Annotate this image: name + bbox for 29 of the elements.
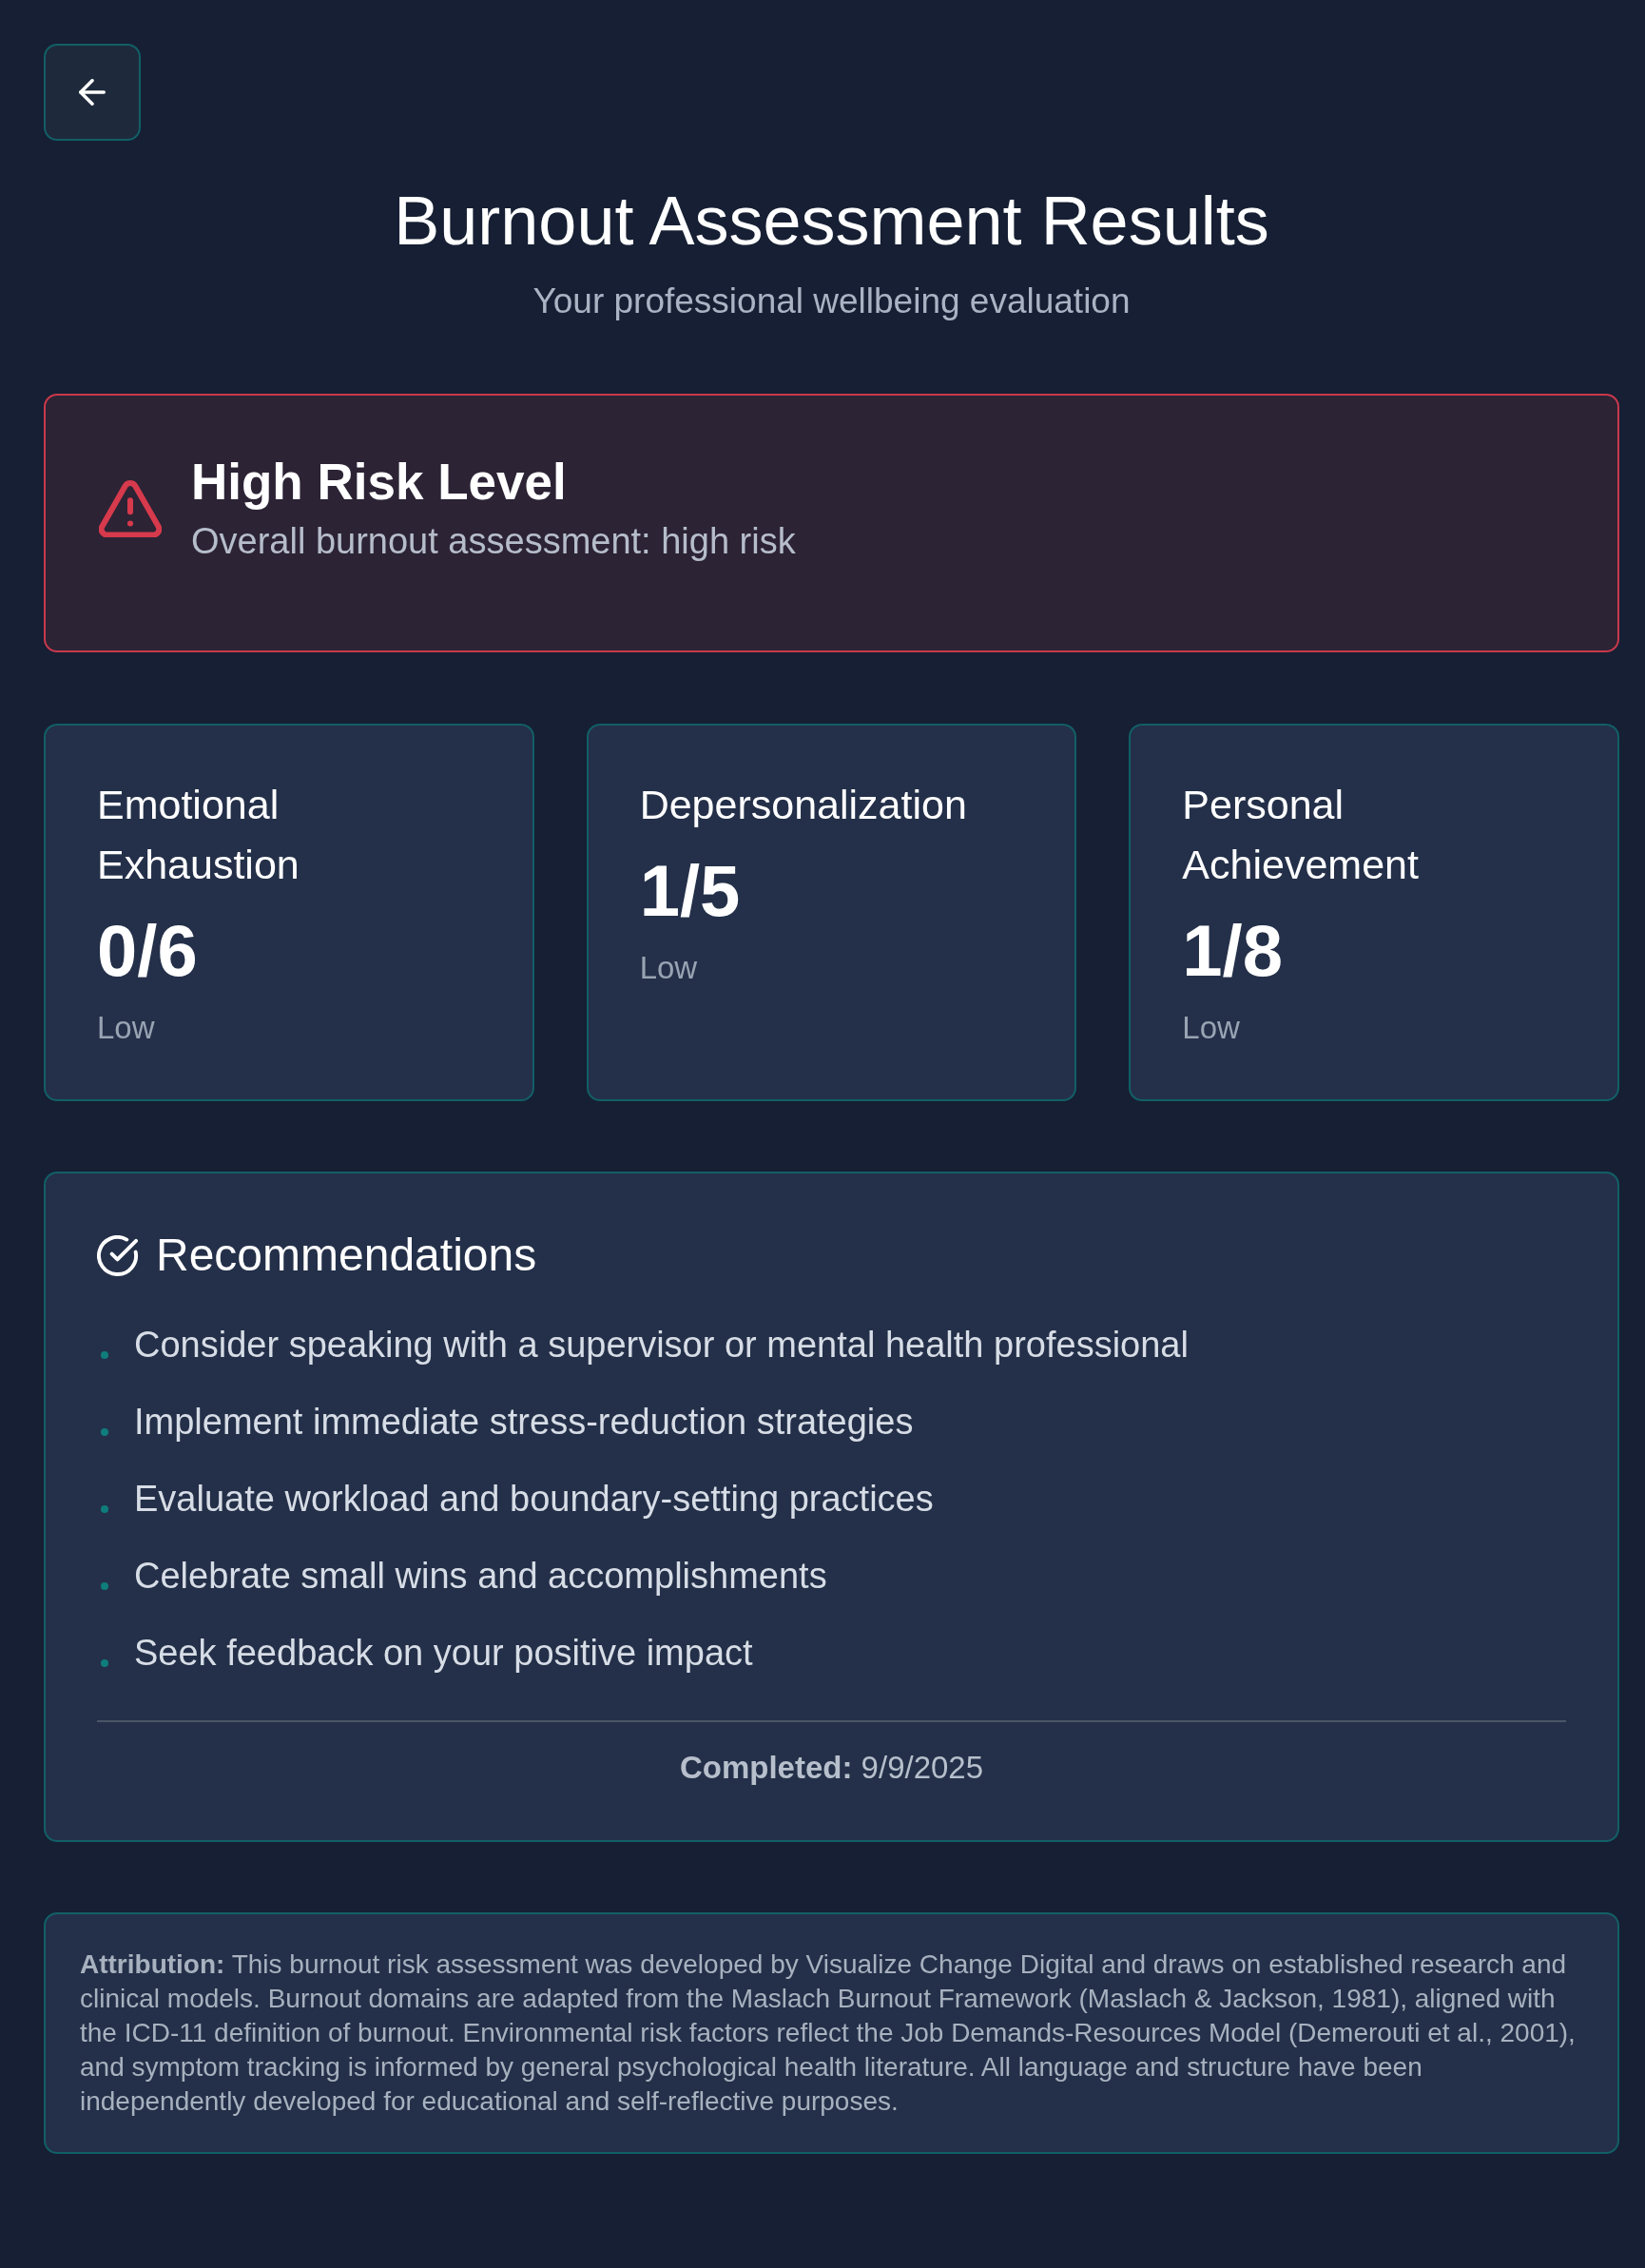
score-value: 0/6 — [97, 909, 199, 993]
score-rating: Low — [97, 1009, 156, 1047]
recommendations-title: Recommendations — [156, 1229, 537, 1282]
score-label: Depersonalization — [639, 781, 968, 829]
score-value: 1/5 — [639, 849, 742, 933]
score-rating: Low — [1182, 1009, 1241, 1047]
recommendation-text: Evaluate workload and boundary-setting practices — [134, 1478, 934, 1521]
bullet-icon — [101, 1505, 108, 1513]
recommendation-text: Celebrate small wins and accomplishments — [134, 1555, 827, 1598]
check-circle-icon — [97, 1234, 138, 1276]
attribution-text: Attribution: This burnout risk assessment was developed by Visualize Change Digital and draws on established research and clinical models. Burnout domains are adapted from the Maslach Burnout Framework (Maslach & Jackson, 1981), aligned with the ICD-11 definition of burnout. Environmental risk factors reflect the Job Demands-Resources Model (Demerouti et al., 2001), and symptom tracking is informed by general psychological health literature. All language and structure have been independently developed for educational and self-reflective purposes. — [80, 1948, 1577, 2118]
recommendation-text: Implement immediate stress-reduction strategies — [134, 1401, 914, 1444]
bullet-icon — [101, 1582, 108, 1590]
warning-icon — [99, 480, 162, 537]
page-title: Burnout Assessment Results — [393, 183, 1270, 259]
score-value: 1/8 — [1182, 909, 1284, 993]
bullet-icon — [101, 1351, 108, 1359]
bullet-icon — [101, 1428, 108, 1436]
score-label: Personal Achievement — [1182, 781, 1420, 889]
recommendation-text: Seek feedback on your positive impact — [134, 1632, 753, 1675]
score-label: Emotional Exhaustion — [97, 781, 300, 889]
completed-date: Completed: 9/9/2025 — [678, 1749, 985, 1787]
recommendation-text: Consider speaking with a supervisor or mental health professional — [134, 1324, 1189, 1367]
risk-level-title: High Risk Level — [191, 453, 568, 512]
bullet-icon — [101, 1659, 108, 1667]
back-button[interactable] — [44, 44, 141, 141]
page-subtitle: Your professional wellbeing evaluation — [532, 281, 1132, 322]
risk-summary: Overall burnout assessment: high risk — [191, 520, 796, 563]
score-rating: Low — [639, 949, 699, 987]
